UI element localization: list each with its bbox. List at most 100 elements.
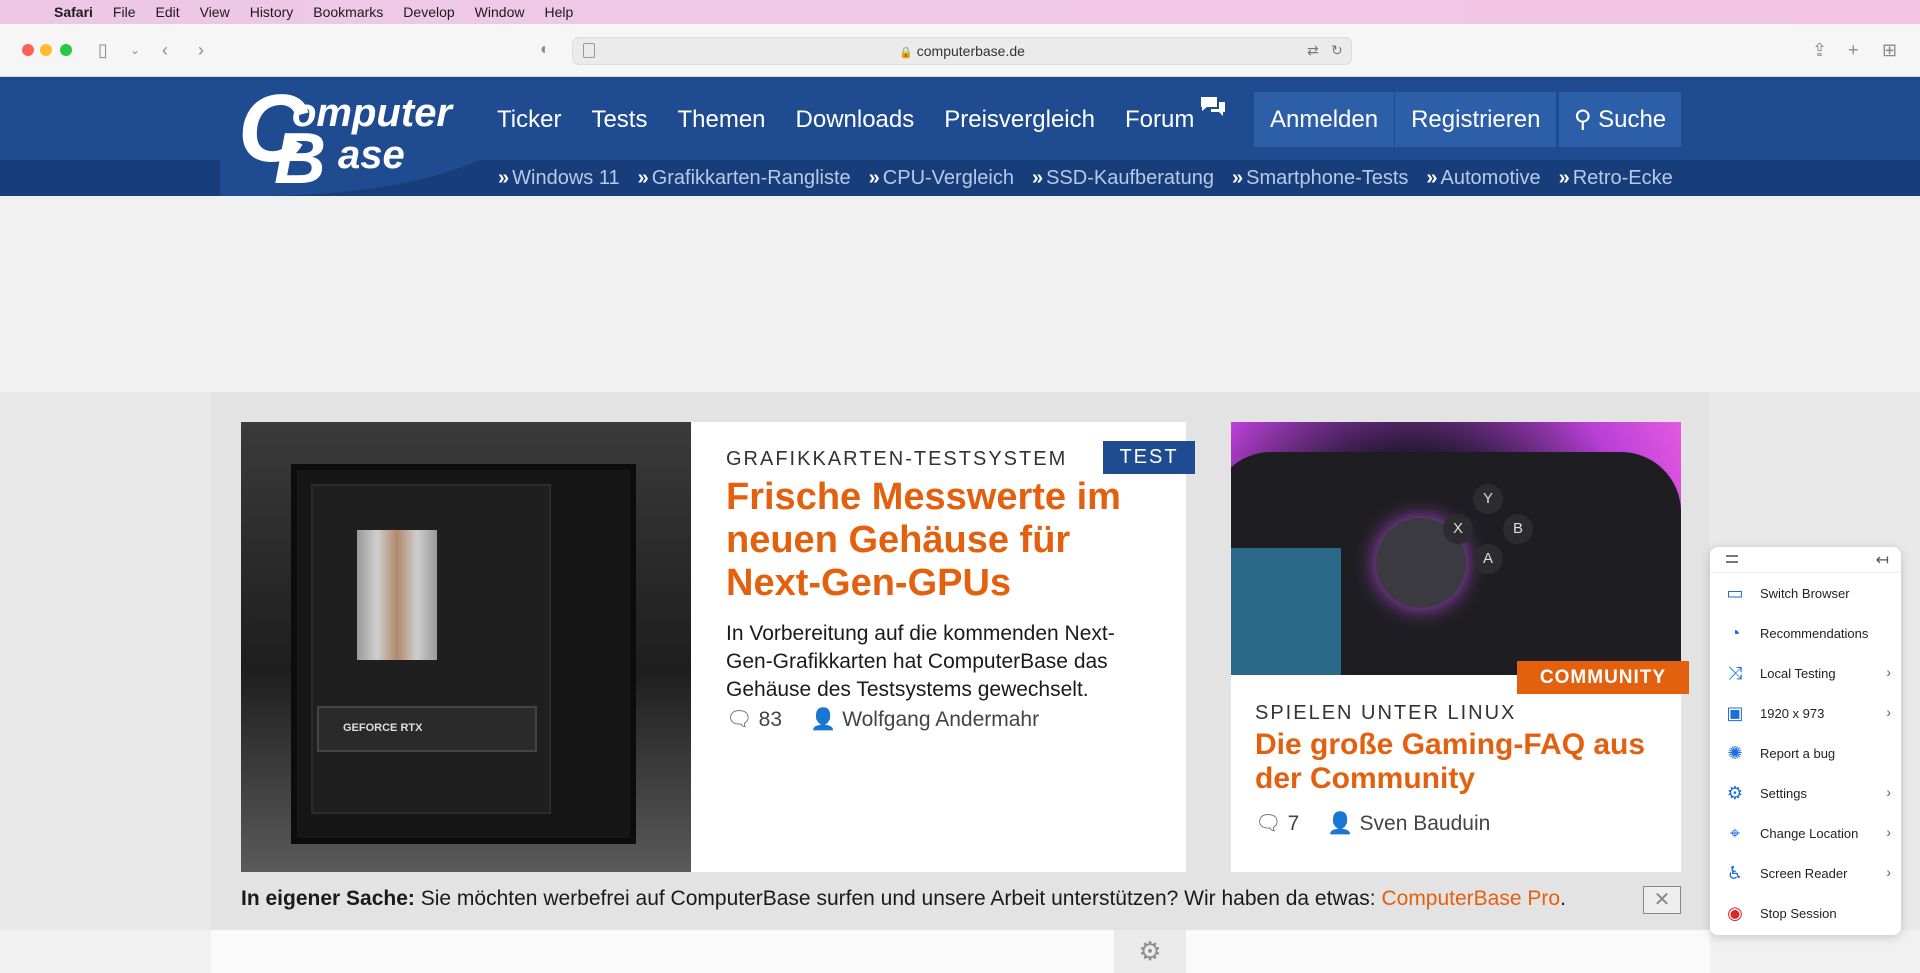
subnav-item-ssd[interactable]: » SSD-Kaufberatung <box>1032 164 1214 192</box>
gpu-label: GEFORCE RTX <box>317 706 537 752</box>
nav-tests[interactable]: Tests <box>591 105 647 135</box>
nav-downloads[interactable]: Downloads <box>796 105 915 135</box>
author-name[interactable]: Sven Bauduin <box>1360 812 1491 836</box>
chat-bubbles-icon[interactable] <box>1199 95 1227 119</box>
user-icon: 👤 <box>1327 812 1354 835</box>
side-article-card[interactable]: Y B X A COMMUNITY SPIELEN UNTER LINUX Di… <box>1231 422 1689 872</box>
auth-box: Anmelden Registrieren <box>1254 92 1557 147</box>
test-badge: TEST <box>1103 441 1195 474</box>
author-name[interactable]: Wolfgang Andermahr <box>842 708 1039 732</box>
subnav-item-cpu-vergleich[interactable]: » CPU-Vergleich <box>869 164 1014 192</box>
panel-item-local-testing[interactable]: ⤨ Local Testing › <box>1710 653 1901 693</box>
panel-item-switch-browser[interactable]: ▭ Switch Browser <box>1710 573 1901 613</box>
comment-icon: 🗨 <box>1255 812 1282 835</box>
settings-gear-icon[interactable]: ⚙ <box>1114 930 1186 973</box>
menu-edit[interactable]: Edit <box>155 4 179 20</box>
panel-item-recommendations[interactable]: ◔ Recommendations <box>1710 613 1901 653</box>
promo-bold: In eigener Sache: <box>241 887 415 910</box>
computerbase-pro-link[interactable]: ComputerBase Pro <box>1381 887 1560 910</box>
subnav-item-windows-11[interactable]: » Windows 11 <box>498 164 620 192</box>
translate-icon[interactable]: ⇄ <box>1307 42 1319 59</box>
chevron-right-icon: › <box>1886 824 1891 840</box>
menu-develop[interactable]: Develop <box>403 4 454 20</box>
search-icon: ⚲ <box>1573 106 1592 133</box>
menu-view[interactable]: View <box>200 4 230 20</box>
subnav-item-automotive[interactable]: » Automotive <box>1426 164 1540 192</box>
drag-handle-icon[interactable] <box>1726 555 1738 563</box>
accessibility-icon: ♿ <box>1726 863 1744 883</box>
promo-text: Sie möchten werbefrei auf ComputerBase s… <box>420 887 1376 910</box>
menu-window[interactable]: Window <box>475 4 525 20</box>
article-image-pc-case[interactable]: GEFORCE RTX <box>241 422 691 872</box>
privacy-shield-icon[interactable]: ◐ <box>540 38 550 62</box>
back-icon[interactable]: ‹ <box>162 38 168 62</box>
ad-placeholder <box>0 196 1920 392</box>
subnav-item-smartphone[interactable]: » Smartphone-Tests <box>1232 164 1408 192</box>
collapse-panel-icon[interactable]: ↤ <box>1876 550 1889 570</box>
article-meta: 🗨 7 👤 Sven Bauduin <box>1255 812 1490 836</box>
nav-forum[interactable]: Forum <box>1125 105 1194 135</box>
nav-themen[interactable]: Themen <box>677 105 765 135</box>
close-icon[interactable]: ✕ <box>1643 886 1681 914</box>
stop-icon: ◉ <box>1727 903 1743 923</box>
pc-case-illustration: GEFORCE RTX <box>291 464 636 844</box>
browser-toolbar: ▯ ⌄ ‹ › ◐ 🔒 computerbase.de ⇄ ↻ ⇪ + ⊞ <box>0 24 1920 77</box>
footer-center <box>211 930 1710 973</box>
featured-article-card[interactable]: GEFORCE RTX GRAFIKKARTEN-TESTSYSTEM Fris… <box>241 422 1186 872</box>
gear-icon: ⚙ <box>1726 783 1744 803</box>
url-text: computerbase.de <box>916 43 1025 59</box>
lock-icon: 🔒 <box>899 47 913 59</box>
article-image-steam-deck[interactable]: Y B X A <box>1231 422 1681 675</box>
menu-bookmarks[interactable]: Bookmarks <box>313 4 383 20</box>
share-icon[interactable]: ⇪ <box>1812 38 1827 62</box>
sidebar-icon[interactable]: ▯ <box>98 38 108 62</box>
reload-icon[interactable]: ↻ <box>1331 42 1343 59</box>
handheld-illustration: Y B X A <box>1231 452 1681 675</box>
article-meta: 🗨 83 👤 Wolfgang Andermahr <box>726 708 1039 732</box>
recommendations-icon: ◔ <box>1729 623 1741 643</box>
new-tab-icon[interactable]: + <box>1848 38 1859 62</box>
address-bar[interactable]: 🔒 computerbase.de ⇄ ↻ <box>572 37 1352 65</box>
register-button[interactable]: Registrieren <box>1395 92 1556 147</box>
article-headline[interactable]: Die große Gaming-FAQ aus der Community <box>1255 728 1655 796</box>
subnav-item-retro[interactable]: » Retro-Ecke <box>1559 164 1673 192</box>
comment-count[interactable]: 83 <box>759 708 782 732</box>
panel-item-resolution[interactable]: ▣ 1920 x 973 › <box>1710 693 1901 733</box>
tab-overview-icon[interactable]: ⊞ <box>1882 38 1897 62</box>
article-headline[interactable]: Frische Messwerte im neuen Gehäuse für N… <box>726 476 1126 605</box>
shuffle-icon: ⤨ <box>1727 663 1743 683</box>
menu-safari[interactable]: Safari <box>54 4 93 20</box>
panel-item-stop-session[interactable]: ◉ Stop Session <box>1710 893 1901 933</box>
subnav-item-grafikkarten[interactable]: » Grafikkarten-Rangliste <box>638 164 851 192</box>
user-icon: 👤 <box>810 708 837 731</box>
chevron-down-icon[interactable]: ⌄ <box>130 38 140 62</box>
panel-item-screen-reader[interactable]: ♿ Screen Reader › <box>1710 853 1901 893</box>
main-navigation: Ticker Tests Themen Downloads Preisvergl… <box>497 105 1224 135</box>
panel-item-settings[interactable]: ⚙ Settings › <box>1710 773 1901 813</box>
zoom-window-button[interactable] <box>60 44 72 56</box>
menu-history[interactable]: History <box>250 4 294 20</box>
chevron-right-icon: › <box>1886 784 1891 800</box>
community-badge: COMMUNITY <box>1517 661 1689 694</box>
forward-icon[interactable]: › <box>198 38 204 62</box>
comment-count[interactable]: 7 <box>1288 812 1300 836</box>
location-pin-icon: ⌖ <box>1729 823 1741 843</box>
comment-icon: 🗨 <box>726 708 753 731</box>
promo-banner: In eigener Sache: Sie möchten werbefrei … <box>241 887 1566 910</box>
panel-item-report-bug[interactable]: ✺ Report a bug <box>1710 733 1901 773</box>
minimize-window-button[interactable] <box>40 44 52 56</box>
menu-help[interactable]: Help <box>544 4 573 20</box>
site-header: » Windows 11 » Grafikkarten-Rangliste » CPU… <box>0 77 1920 196</box>
devices-icon: ▭ <box>1726 583 1744 603</box>
nav-preisvergleich[interactable]: Preisvergleich <box>944 105 1095 135</box>
panel-item-change-location[interactable]: ⌖ Change Location › <box>1710 813 1901 853</box>
login-button[interactable]: Anmelden <box>1254 92 1394 147</box>
article-kicker: SPIELEN UNTER LINUX <box>1255 702 1517 724</box>
menu-file[interactable]: File <box>113 4 136 20</box>
article-kicker: GRAFIKKARTEN-TESTSYSTEM <box>726 448 1068 470</box>
search-button[interactable]: ⚲ Suche <box>1559 92 1681 147</box>
nav-ticker[interactable]: Ticker <box>497 105 561 135</box>
search-label: Suche <box>1598 106 1667 133</box>
close-window-button[interactable] <box>22 44 34 56</box>
session-control-panel: ↤ ▭ Switch Browser ◔ Recommendations ⤨ L… <box>1710 547 1901 935</box>
